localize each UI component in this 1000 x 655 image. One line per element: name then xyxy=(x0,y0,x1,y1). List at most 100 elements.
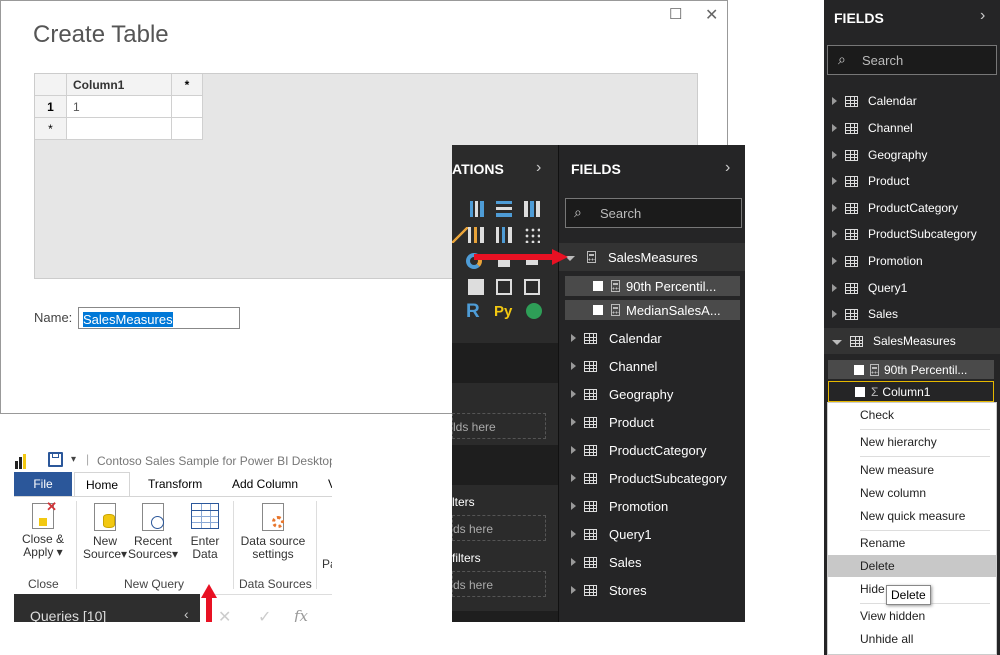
table-row[interactable]: Geography xyxy=(824,142,1000,168)
menu-item-new-measure[interactable]: New measure xyxy=(828,459,996,481)
confirm-formula-icon[interactable]: ✓ xyxy=(258,607,271,622)
expand-arrow-icon[interactable] xyxy=(571,530,576,538)
expand-arrow-icon[interactable] xyxy=(571,586,576,594)
grid-cell-empty[interactable] xyxy=(172,96,203,118)
table-row[interactable]: Sales xyxy=(559,548,745,576)
table-row[interactable]: Product xyxy=(559,408,745,436)
measure-row[interactable]: MedianSalesA... xyxy=(565,300,740,320)
checkbox[interactable] xyxy=(855,386,865,397)
expand-arrow-icon[interactable] xyxy=(832,284,837,292)
clustered-bar-chart-icon[interactable] xyxy=(496,201,512,217)
globe-icon[interactable] xyxy=(526,303,542,319)
r-visual-icon[interactable]: R xyxy=(466,301,480,323)
checkbox[interactable] xyxy=(593,281,603,291)
ribbon-chart-icon[interactable] xyxy=(468,227,484,243)
new-row-cell[interactable] xyxy=(172,118,203,140)
menu-item-view-hidden[interactable]: View hidden xyxy=(828,605,996,627)
table-row[interactable]: Promotion xyxy=(824,248,1000,274)
expand-arrow-icon[interactable] xyxy=(832,310,837,318)
expand-arrow-icon[interactable] xyxy=(571,446,576,454)
table-row-salesmeasures[interactable]: SalesMeasures xyxy=(559,243,745,271)
expand-arrow-icon[interactable] xyxy=(832,177,837,185)
tab-file[interactable]: File xyxy=(14,472,72,496)
save-icon[interactable] xyxy=(48,452,63,467)
measure-row[interactable]: 90th Percentil... xyxy=(565,276,740,296)
data-source-settings-button[interactable]: Data source settings xyxy=(236,503,310,561)
checkbox[interactable] xyxy=(593,305,603,315)
table-row[interactable]: ProductCategory xyxy=(559,436,745,464)
menu-item-delete[interactable]: Delete xyxy=(828,555,996,577)
tab-add-column[interactable]: Add Column xyxy=(232,472,298,496)
table-row[interactable]: Channel xyxy=(824,115,1000,141)
maximize-icon[interactable]: ☐ xyxy=(669,5,682,23)
expand-arrow-icon[interactable] xyxy=(832,230,837,238)
expand-fields-icon[interactable]: › xyxy=(725,159,730,177)
menu-item-unhide-all[interactable]: Unhide all xyxy=(828,628,996,650)
expand-arrow-icon[interactable] xyxy=(832,151,837,159)
scatter-chart-icon[interactable] xyxy=(524,227,540,243)
enter-data-button[interactable]: Enter Data xyxy=(184,503,226,561)
checkbox[interactable] xyxy=(854,364,864,375)
table-row[interactable]: Channel xyxy=(559,352,745,380)
python-visual-icon[interactable]: Py xyxy=(494,303,512,320)
expand-fields-icon[interactable]: › xyxy=(980,7,985,25)
expand-arrow-icon[interactable] xyxy=(571,390,576,398)
menu-item-new-quick-measure[interactable]: New quick measure xyxy=(828,505,996,527)
expand-arrow-icon[interactable] xyxy=(571,418,576,426)
table-row[interactable]: Geography xyxy=(559,380,745,408)
expand-arrow-icon[interactable] xyxy=(832,124,837,132)
table-visual-icon[interactable] xyxy=(468,279,484,295)
close-icon[interactable]: ✕ xyxy=(705,5,718,25)
expand-arrow-icon[interactable] xyxy=(571,334,576,342)
grid-cell[interactable]: 1 xyxy=(67,96,172,118)
card-icon[interactable] xyxy=(496,279,512,295)
expand-arrow-icon[interactable] xyxy=(832,97,837,105)
cancel-formula-icon[interactable]: ✕ xyxy=(218,607,231,622)
menu-item-new-column[interactable]: New column xyxy=(828,482,996,504)
stacked-bar-chart-icon[interactable] xyxy=(468,201,484,217)
table-row[interactable]: ProductSubcategory xyxy=(824,221,1000,247)
expand-arrow-icon[interactable] xyxy=(571,362,576,370)
menu-item-check[interactable]: Check xyxy=(828,404,996,426)
recent-sources-button[interactable]: Recent Sources▾ xyxy=(128,503,178,561)
fields-search-input[interactable]: ⌕ Search xyxy=(827,45,997,75)
collapse-arrow-icon[interactable] xyxy=(832,340,842,345)
close-apply-button[interactable]: ✕ Close & Apply ▾ xyxy=(20,500,66,559)
column-chart-icon[interactable] xyxy=(524,201,540,217)
waterfall-chart-icon[interactable] xyxy=(496,227,512,243)
table-row[interactable]: Sales xyxy=(824,301,1000,327)
report-filters-drop-zone[interactable]: ds here xyxy=(452,571,546,597)
tab-transform[interactable]: Transform xyxy=(148,472,202,496)
table-row[interactable]: ProductSubcategory xyxy=(559,464,745,492)
menu-item-rename[interactable]: Rename xyxy=(828,532,996,554)
fields-search-input[interactable]: ⌕ Search xyxy=(565,198,742,228)
expand-arrow-icon[interactable] xyxy=(571,558,576,566)
table-row[interactable]: Promotion xyxy=(559,492,745,520)
expand-arrow-icon[interactable] xyxy=(832,257,837,265)
expand-arrow-icon[interactable] xyxy=(571,474,576,482)
menu-item-new-hierarchy[interactable]: New hierarchy xyxy=(828,431,996,453)
table-row[interactable]: Query1 xyxy=(559,520,745,548)
table-row[interactable]: Calendar xyxy=(559,324,745,352)
table-row[interactable]: Calendar xyxy=(824,88,1000,114)
filters-drop-zone[interactable]: ds here xyxy=(452,515,546,541)
fx-icon[interactable]: fx xyxy=(294,607,308,622)
tab-home[interactable]: Home xyxy=(74,472,130,498)
expand-arrow-icon[interactable] xyxy=(832,204,837,212)
add-column-header[interactable]: * xyxy=(172,74,203,96)
expand-arrow-icon[interactable] xyxy=(571,502,576,510)
line-chart-icon[interactable] xyxy=(452,227,468,243)
column-header[interactable]: Column1 xyxy=(67,74,172,96)
collapse-queries-icon[interactable]: ‹ xyxy=(184,606,189,622)
table-row[interactable]: Stores xyxy=(559,576,745,604)
parameters-button-cut[interactable]: Pa xyxy=(322,557,332,571)
quick-access-dropdown-icon[interactable]: ▾ xyxy=(71,454,76,465)
new-source-button[interactable]: New Source▾ xyxy=(83,503,127,561)
name-input[interactable]: SalesMeasures xyxy=(78,307,240,329)
values-drop-zone[interactable]: lds here xyxy=(452,413,546,439)
table-row[interactable]: Product xyxy=(824,168,1000,194)
kpi-icon[interactable] xyxy=(524,279,540,295)
new-row-cell[interactable] xyxy=(67,118,172,140)
expand-viz-icon[interactable]: › xyxy=(536,159,541,177)
column1-row[interactable]: Σ Column1 xyxy=(828,381,994,402)
